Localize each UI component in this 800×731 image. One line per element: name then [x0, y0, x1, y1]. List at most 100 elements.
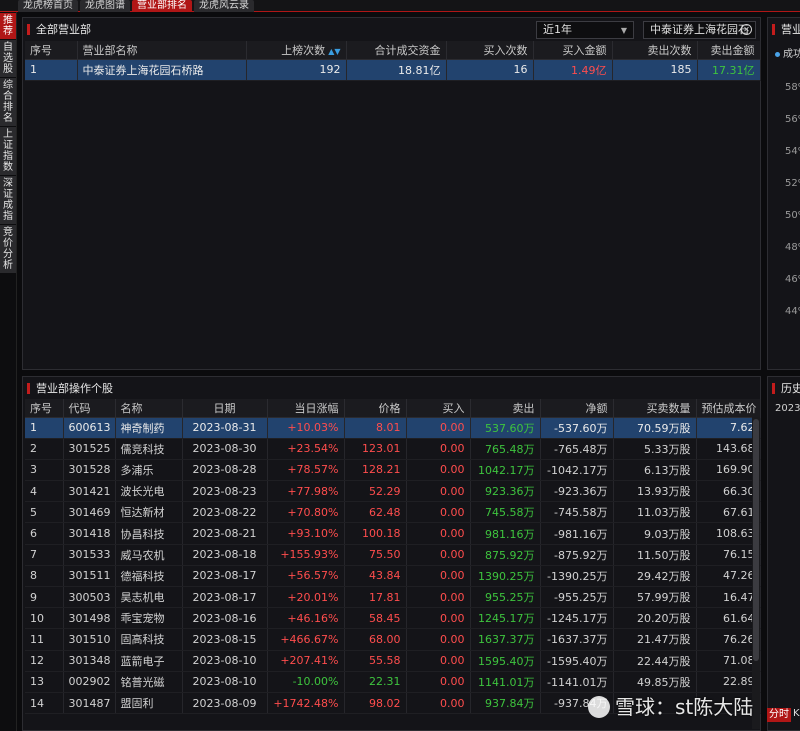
table-row[interactable]: 13 002902 铭普光磁 2023-08-10 -10.00% 22.31 0.00 11…	[25, 671, 761, 693]
cell-est-cost: 67.61	[696, 501, 761, 524]
table-row[interactable]: 5 301469 恒达新材 2023-08-22 +70.80% 62.48 0.00 745…	[25, 501, 761, 524]
table-row[interactable]: 1 中泰证券上海花园石桥路 192 18.81亿 16 1.49亿 185 17.31亿	[25, 59, 761, 81]
col-sell-times[interactable]: 卖出次数	[612, 41, 698, 60]
cell-est-cost: 47.26	[696, 565, 761, 588]
department-table: 序号 营业部名称 上榜次数 ▲▼ 合计成交资金 买入次数 买入金额 卖出次数 卖出…	[25, 41, 761, 81]
col-change[interactable]: 当日涨幅	[267, 399, 345, 418]
cell-quantity: 49.85万股	[613, 671, 697, 693]
cell-change: +93.10%	[267, 522, 345, 545]
col-list-times[interactable]: 上榜次数 ▲▼	[246, 41, 347, 60]
cell-est-cost: 22.89	[696, 671, 761, 693]
cell-sell: 1637.37万	[470, 628, 541, 651]
cell-sell: 981.16万	[470, 522, 541, 545]
chart-legend: 成功	[775, 45, 800, 60]
col-net[interactable]: 净额	[540, 399, 614, 418]
panel-marker	[772, 382, 775, 394]
table-row[interactable]: 2 301525 儒竞科技 2023-08-30 +23.54% 123.01 0.00 76…	[25, 438, 761, 460]
vtab-composite-rank[interactable]: 综合排名	[0, 78, 16, 126]
vertical-scrollbar[interactable]	[752, 417, 760, 729]
col-buy-times[interactable]: 买入次数	[446, 41, 534, 60]
cell-no: 4	[25, 480, 64, 503]
cell-date: 2023-08-15	[182, 628, 268, 651]
clear-icon[interactable]: ✕	[741, 24, 752, 35]
intraday-button[interactable]: 分时	[767, 708, 791, 722]
cell-quantity: 6.13万股	[613, 459, 697, 482]
app-root: 龙虎榜首页 龙虎图谱 营业部排名 龙虎风云录 推荐 自选股 综合排名 上证指数 …	[0, 0, 800, 731]
vtab-watchlist[interactable]: 自选股	[0, 40, 16, 77]
vtab-recommend[interactable]: 推荐	[0, 13, 16, 39]
table-row[interactable]: 8 301511 德福科技 2023-08-17 +56.57% 43.84 0.00 139…	[25, 565, 761, 588]
tab-lhb-map[interactable]: 龙虎图谱	[80, 0, 130, 12]
col-no[interactable]: 序号	[25, 41, 78, 60]
col-no[interactable]: 序号	[25, 399, 64, 418]
cell-name: 儒竞科技	[115, 438, 183, 460]
vtab-sh-index[interactable]: 上证指数	[0, 127, 16, 175]
cell-date: 2023-08-30	[182, 438, 268, 460]
cell-buy: 0.00	[406, 501, 471, 524]
table-row[interactable]: 12 301348 蓝箭电子 2023-08-10 +207.41% 55.58 0.00 1…	[25, 650, 761, 672]
y-tick-label: 56%	[785, 114, 800, 125]
table-row[interactable]: 10 301498 乖宝宠物 2023-08-16 +46.16% 58.45 0.00 12…	[25, 607, 761, 630]
panel-title: 全部营业部	[36, 23, 91, 36]
cell-date: 2023-08-09	[182, 692, 268, 715]
tab-dept-ranking[interactable]: 营业部排名	[132, 0, 192, 12]
period-select[interactable]: 近1年 ▼	[536, 21, 634, 39]
col-date[interactable]: 日期	[182, 399, 268, 418]
cell-est-cost: 108.63	[696, 522, 761, 545]
cell-net: -981.16万	[540, 522, 614, 545]
panel-title: 营业	[781, 23, 800, 36]
vtab-sz-index[interactable]: 深证成指	[0, 176, 16, 224]
cell-price: 68.00	[344, 628, 407, 651]
cell-sell-amount: 17.31亿	[697, 59, 761, 81]
cell-est-cost: 143.68	[696, 438, 761, 460]
table-row[interactable]: 4 301421 波长光电 2023-08-23 +77.98% 52.29 0.00 923…	[25, 480, 761, 503]
cell-price: 75.50	[344, 544, 407, 566]
cell-buy: 0.00	[406, 565, 471, 588]
cell-date: 2023-08-17	[182, 565, 268, 588]
col-dept-name[interactable]: 营业部名称	[77, 41, 247, 60]
cell-no: 3	[25, 459, 64, 482]
cell-dept-name: 中泰证券上海花园石桥路	[77, 59, 247, 81]
col-sell[interactable]: 卖出	[470, 399, 541, 418]
table-header-row: 序号 营业部名称 上榜次数 ▲▼ 合计成交资金 买入次数 买入金额 卖出次数 卖出…	[25, 41, 761, 60]
table-row[interactable]: 1 600613 神奇制药 2023-08-31 +10.03% 8.01 0.00 537.…	[25, 417, 761, 439]
col-total-turnover[interactable]: 合计成交资金	[346, 41, 447, 60]
cell-quantity: 11.50万股	[613, 544, 697, 566]
department-search-input[interactable]: 中泰证券上海花园石 ✕	[643, 21, 756, 39]
tab-lhb-records[interactable]: 龙虎风云录	[194, 0, 254, 12]
cell-date: 2023-08-23	[182, 480, 268, 503]
cell-change: +46.16%	[267, 607, 345, 630]
table-row[interactable]: 9 300503 昊志机电 2023-08-17 +20.01% 17.81 0.00 955…	[25, 586, 761, 609]
col-buy-amount[interactable]: 买入金额	[533, 41, 613, 60]
col-price[interactable]: 价格	[344, 399, 407, 418]
col-quantity[interactable]: 买卖数量	[613, 399, 697, 418]
cell-no: 5	[25, 501, 64, 524]
cell-quantity: 9.03万股	[613, 522, 697, 545]
cell-price: 128.21	[344, 459, 407, 482]
cell-no: 9	[25, 586, 64, 609]
col-sell-amount[interactable]: 卖出金额	[697, 41, 761, 60]
table-row[interactable]: 7 301533 威马农机 2023-08-18 +155.93% 75.50 0.00 87…	[25, 544, 761, 566]
col-est-cost[interactable]: 预估成本价	[696, 399, 761, 418]
cell-code: 300503	[63, 586, 116, 609]
cell-date: 2023-08-31	[182, 417, 268, 439]
vtab-auction[interactable]: 竞价分析	[0, 225, 16, 273]
cell-date: 2023-08-16	[182, 607, 268, 630]
scrollbar-thumb[interactable]	[753, 419, 759, 661]
table-row[interactable]: 3 301528 多浦乐 2023-08-28 +78.57% 128.21 0.00 104…	[25, 459, 761, 482]
watermark: 雪球：st陈大陆	[588, 691, 753, 720]
cell-sell: 745.58万	[470, 501, 541, 524]
cell-quantity: 20.20万股	[613, 607, 697, 630]
cell-code: 301418	[63, 522, 116, 545]
table-row[interactable]: 11 301510 固高科技 2023-08-15 +466.67% 68.00 0.00 1…	[25, 628, 761, 651]
col-code[interactable]: 代码	[63, 399, 116, 418]
kline-button[interactable]: K	[793, 708, 800, 719]
cell-est-cost: 76.15	[696, 544, 761, 566]
table-row[interactable]: 6 301418 协昌科技 2023-08-21 +93.10% 100.18 0.00 98…	[25, 522, 761, 545]
cell-price: 17.81	[344, 586, 407, 609]
tab-lhb-home[interactable]: 龙虎榜首页	[18, 0, 78, 12]
col-buy[interactable]: 买入	[406, 399, 471, 418]
col-name[interactable]: 名称	[115, 399, 183, 418]
cell-net: -955.25万	[540, 586, 614, 609]
cell-name: 昊志机电	[115, 586, 183, 609]
